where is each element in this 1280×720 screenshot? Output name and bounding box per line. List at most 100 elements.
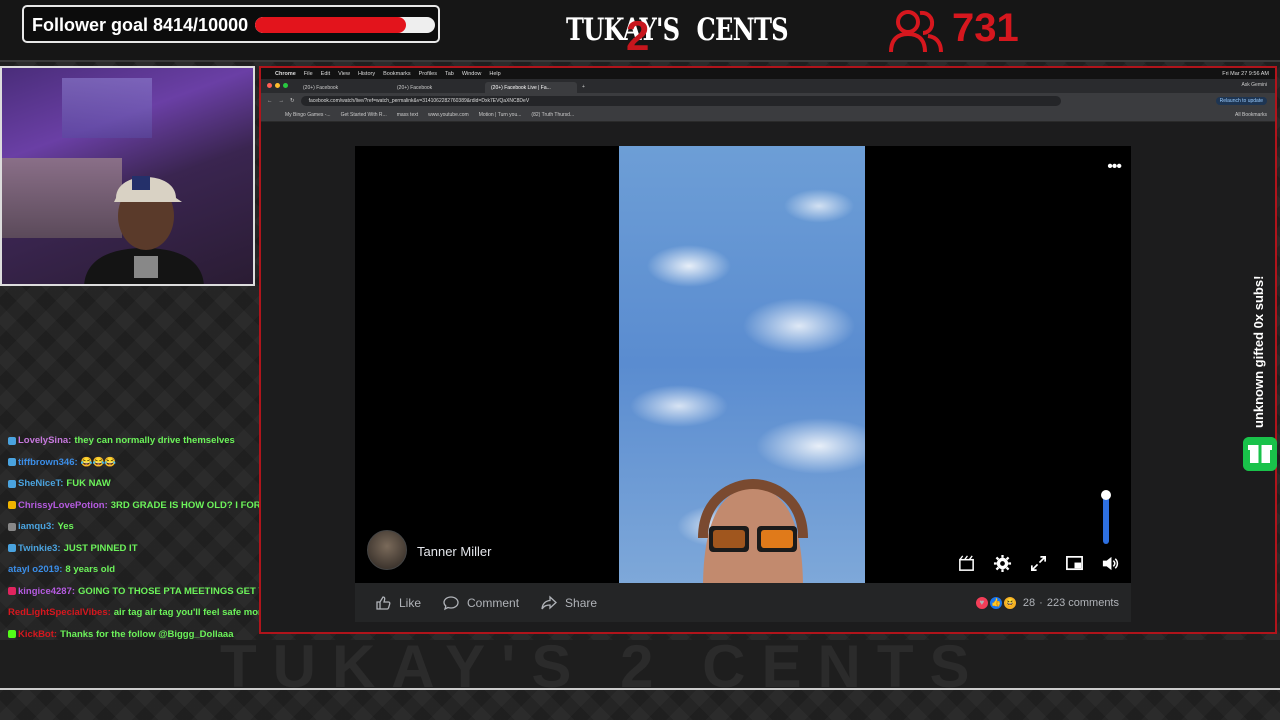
menu-item[interactable]: Help xyxy=(489,71,500,77)
chat-badge-icon xyxy=(8,587,16,596)
chat-badge-icon xyxy=(8,436,16,445)
chat-username[interactable]: LovelySina: xyxy=(18,435,71,446)
back-icon[interactable]: ← xyxy=(267,98,273,104)
channel-logo: TUKAY'S CENTS xyxy=(566,12,789,54)
chat-text: Yes xyxy=(57,521,74,533)
menu-item[interactable]: Profiles xyxy=(419,71,437,77)
chat-username[interactable]: ChrissyLovePotion: xyxy=(18,500,108,511)
like-button[interactable]: Like xyxy=(375,595,421,611)
chat-badge-icon xyxy=(8,630,16,639)
menu-item[interactable]: Bookmarks xyxy=(383,71,411,77)
menu-clock: Fri Mar 27 9:56 AM xyxy=(1222,70,1269,77)
author-avatar[interactable] xyxy=(367,530,407,570)
bookmark[interactable]: www.youtube.com xyxy=(428,112,469,118)
chat-username[interactable]: RedLightSpecialVibes: xyxy=(8,607,111,618)
chat-badge-icon xyxy=(8,458,16,467)
menu-item[interactable]: Window xyxy=(462,71,482,77)
tab-strip: (20+) Facebook (20+) Facebook (20+) Face… xyxy=(261,79,1275,93)
ask-gemini-button[interactable]: Ask Gemini xyxy=(1241,82,1267,88)
chat-text: JUST PINNED IT xyxy=(63,542,138,554)
maximize-window-button[interactable] xyxy=(283,83,288,88)
volume-icon[interactable] xyxy=(1101,554,1120,573)
facebook-page: ••• Tanner Miller Like Comment Share ♥ 👍… xyxy=(261,122,1275,632)
chat-badge-icon xyxy=(8,522,16,531)
browser-tab-active[interactable]: (20+) Facebook Live | Fa... xyxy=(485,82,577,93)
window-controls xyxy=(267,83,288,88)
menu-item[interactable]: Edit xyxy=(321,71,330,77)
menu-item[interactable]: History xyxy=(358,71,375,77)
chat-username[interactable]: kingice4287: xyxy=(18,586,75,597)
chat-text: FUK NAW xyxy=(66,478,111,490)
share-button[interactable]: Share xyxy=(541,595,597,611)
browser-tab[interactable]: (20+) Facebook xyxy=(297,82,389,93)
chat-text: 8 years old xyxy=(65,564,116,576)
webcam-background-shelf xyxy=(62,78,152,138)
mac-menu-bar: Chrome File Edit View History Bookmarks Profil… xyxy=(261,68,1275,79)
stream-top-bar: Follower goal 8414/10000 TUKAY'S CENTS 2 … xyxy=(0,0,1280,62)
haha-reaction-icon: 😆 xyxy=(1002,595,1017,610)
video-player[interactable]: ••• Tanner Miller xyxy=(355,146,1131,583)
chat-text: they can normally drive themselves xyxy=(74,435,235,447)
chat-username[interactable]: tiffbrown346: xyxy=(18,457,78,468)
forward-icon[interactable]: → xyxy=(279,98,285,104)
follower-goal-label: Follower goal 8414/10000 xyxy=(32,15,249,35)
browser-tab[interactable]: (20+) Facebook xyxy=(391,82,483,93)
minimize-window-button[interactable] xyxy=(275,83,280,88)
gift-box-icon xyxy=(1243,437,1277,471)
webcam-feed xyxy=(0,66,255,286)
chat-badge-icon xyxy=(8,544,16,553)
chat-username[interactable]: iamqu3: xyxy=(18,521,54,532)
reactions-summary[interactable]: ♥ 👍 😆 28 · 223 comments xyxy=(974,595,1119,610)
bookmark[interactable]: Get Started With R... xyxy=(341,112,387,118)
comment-bubble-icon xyxy=(443,595,459,610)
more-options-icon[interactable]: ••• xyxy=(1107,158,1122,176)
chat-text: 😂😂😂 xyxy=(80,456,117,468)
bookmark[interactable]: mass text xyxy=(397,112,418,118)
bottom-band-text: TUKAY'S 2 CENTS xyxy=(220,640,986,688)
logo-number: 2 xyxy=(626,12,650,59)
new-tab-button[interactable]: + xyxy=(579,82,593,93)
dot-separator: · xyxy=(1039,596,1043,609)
bookmark[interactable]: (82) Truth Thursd... xyxy=(531,112,574,118)
picture-in-picture-icon[interactable] xyxy=(1065,554,1084,573)
all-bookmarks[interactable]: All Bookmarks xyxy=(1235,112,1267,118)
menu-item[interactable]: Chrome xyxy=(275,71,296,77)
logo-text: TUKAY'S xyxy=(566,12,680,48)
chat-badge-icon xyxy=(8,479,16,488)
like-label: Like xyxy=(399,595,422,610)
settings-gear-icon[interactable] xyxy=(993,554,1012,573)
relaunch-button[interactable]: Relaunch to update xyxy=(1215,97,1267,105)
share-label: Share xyxy=(565,595,598,610)
menu-item[interactable]: Tab xyxy=(445,71,454,77)
menu-item[interactable]: File xyxy=(304,71,313,77)
logo-suffix: CENTS xyxy=(696,12,789,48)
comment-label: Comment xyxy=(467,595,520,610)
fullscreen-icon[interactable] xyxy=(1029,554,1048,573)
follower-goal-widget: Follower goal 8414/10000 xyxy=(22,5,440,43)
viewer-count: 731 xyxy=(952,6,1019,50)
close-window-button[interactable] xyxy=(267,83,272,88)
clip-icon[interactable] xyxy=(957,554,976,573)
bookmark[interactable]: My Bingo Games -... xyxy=(285,112,331,118)
reaction-count: 28 xyxy=(1022,596,1036,609)
chat-username[interactable]: atayl o2019: xyxy=(8,564,62,575)
reload-icon[interactable]: ↻ xyxy=(290,98,295,104)
menu-item[interactable]: View xyxy=(338,71,350,77)
volume-slider[interactable] xyxy=(1103,494,1109,544)
url-input[interactable]: facebook.com/watch/live/?ref=watch_perma… xyxy=(300,96,1061,106)
bottom-overlay-band: TUKAY'S 2 CENTS xyxy=(0,640,1280,688)
person-in-video xyxy=(698,478,808,583)
chat-username[interactable]: SheNiceT: xyxy=(18,478,63,489)
bottom-divider xyxy=(0,688,1280,690)
chat-text: Thanks for the follow @Biggg_Dollaaa xyxy=(60,628,234,640)
comment-button[interactable]: Comment xyxy=(443,595,519,611)
chat-username[interactable]: Twinkie3: xyxy=(18,543,61,554)
comments-count[interactable]: 223 comments xyxy=(1047,597,1119,609)
chat-text: air tag air tag you'll feel safe mom xyxy=(113,607,267,619)
video-frame xyxy=(619,146,865,583)
author-name[interactable]: Tanner Miller xyxy=(417,544,491,559)
chat-username[interactable]: KickBot: xyxy=(18,629,57,640)
volume-slider-knob[interactable] xyxy=(1101,490,1111,500)
follower-goal-progress-track xyxy=(255,17,435,33)
bookmark[interactable]: Motion | Turn you... xyxy=(479,112,522,118)
